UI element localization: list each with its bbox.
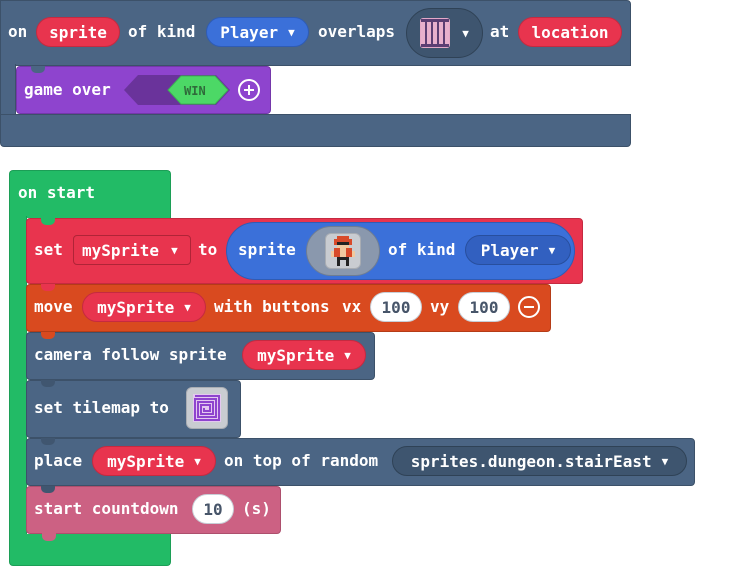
win-label: WIN [184,84,206,98]
chevron-down-icon: ▼ [661,454,669,468]
sprite-label: sprite [238,240,296,259]
tilemap-icon[interactable] [186,387,228,429]
chevron-down-icon: ▼ [288,25,295,39]
vx-input[interactable]: 100 [370,292,422,322]
variable-dropdown-label: mySprite [257,345,335,365]
tile-icon [420,18,451,48]
chevron-down-icon: ▼ [194,454,201,468]
chevron-down-icon: ▼ [171,243,178,257]
at-label: at [490,22,510,41]
overlaps-label: overlaps [318,22,396,41]
overlap-event-block-footer [0,114,631,147]
camera-follow-label: camera follow sprite [34,345,227,364]
variable-dropdown[interactable]: mySprite ▼ [73,235,191,265]
variable-dropdown[interactable]: mySprite ▼ [242,340,366,370]
tile-kind-dropdown[interactable]: sprites.dungeon.stairEast ▼ [392,446,687,476]
variable-dropdown[interactable]: mySprite ▼ [92,446,216,476]
vy-value: 100 [469,297,499,317]
on-label: on [8,22,28,41]
overlap-event-block-arm [0,64,16,116]
block-notch [41,438,55,445]
chevron-down-icon: ▼ [462,26,469,40]
with-buttons-label: with buttons [214,297,330,316]
tile-dropdown[interactable]: ▼ [406,8,483,58]
sprite-variable-pill[interactable]: sprite [36,17,120,47]
sprite-variable-label: sprite [49,22,107,42]
location-variable-pill[interactable]: location [518,17,622,47]
plus-icon [244,85,254,95]
of-kind-label: of kind [388,240,456,259]
vy-label: vy [430,297,450,316]
block-notch [41,284,55,291]
vy-input[interactable]: 100 [458,292,510,322]
variable-dropdown-label: mySprite [107,451,185,471]
block-notch [41,380,55,387]
variable-dropdown-label: mySprite [82,240,160,260]
block-bottom-notch [42,533,56,541]
block-notch [41,486,55,493]
variable-dropdown-label: mySprite [97,297,175,317]
set-tilemap-label: set tilemap to [34,398,169,417]
start-countdown-label: start countdown [34,499,179,518]
kind-dropdown-label: Player [220,22,279,42]
chevron-down-icon: ▼ [548,243,556,257]
block-notch [41,218,55,225]
on-start-arm [9,216,27,536]
place-label: place [34,451,83,470]
chevron-down-icon: ▼ [344,348,351,362]
vx-value: 100 [381,297,411,317]
block-notch [41,332,55,339]
of-kind-label: of kind [128,22,196,41]
variable-dropdown[interactable]: mySprite ▼ [82,292,206,322]
vx-label: vx [342,297,362,316]
kind-dropdown[interactable]: Player ▼ [206,17,309,47]
block-notch [31,66,45,73]
countdown-seconds-input[interactable]: 10 [192,494,234,524]
tile-kind-dropdown-label: sprites.dungeon.stairEast [410,451,652,471]
move-label: move [34,297,73,316]
location-variable-label: location [531,22,609,42]
game-over-label: game over [24,80,111,99]
to-label: to [198,240,218,259]
countdown-seconds-value: 10 [203,499,223,519]
kind-dropdown[interactable]: Player ▼ [465,235,571,265]
on-top-of-random-label: on top of random [224,451,379,470]
on-start-footer [9,534,171,566]
chevron-down-icon: ▼ [184,300,191,314]
remove-argument-button[interactable] [518,296,540,318]
player-sprite-icon [325,233,361,269]
kind-dropdown-label: Player [480,240,539,260]
sprite-image-picker[interactable] [306,226,380,276]
minus-icon [524,306,534,308]
on-start-label: on start [18,183,96,202]
set-label: set [34,240,63,259]
add-argument-button[interactable] [238,79,260,101]
seconds-unit-label: (s) [242,499,271,518]
